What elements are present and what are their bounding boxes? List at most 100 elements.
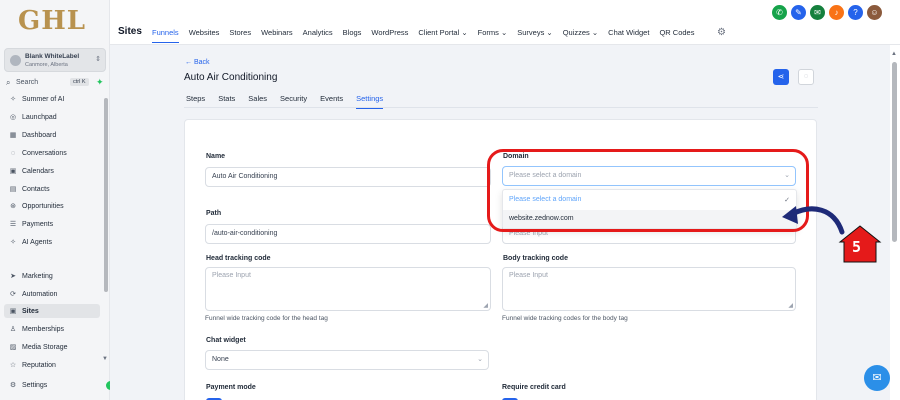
funnel-tabs: Steps Stats Sales Security Events Settin… — [186, 94, 396, 109]
tab-sales[interactable]: Sales — [248, 94, 267, 103]
chevron-down-icon: ⌄ — [477, 356, 483, 363]
resize-handle-icon[interactable]: ◢ — [483, 302, 488, 309]
scroll-down-icon[interactable]: ▼ — [102, 356, 108, 362]
top-bar: Sites Funnels Websites Stores Webinars A… — [110, 0, 900, 45]
sidebar-item-settings[interactable]: ⚙ Settings — [8, 378, 100, 392]
name-label: Name — [206, 153, 226, 160]
main-scrollbar[interactable] — [892, 62, 897, 242]
account-name: Blank WhiteLabel — [25, 53, 80, 60]
body-tracking-textarea[interactable]: Please Input ◢ — [502, 267, 796, 311]
sidebar-item-conversations[interactable]: ◌ Conversations — [8, 146, 100, 160]
chat-widget-select[interactable]: None ⌄ — [205, 350, 489, 370]
sidebar-item-reputation[interactable]: ☆ Reputation — [8, 358, 100, 372]
sidebar: GHL Blank WhiteLabel Canmore, Alberta ⇕ … — [0, 0, 115, 400]
automation-icon: ⟳ — [10, 291, 16, 298]
star-icon: ☆ — [9, 362, 17, 369]
search-label: Search — [16, 79, 39, 86]
payment-mode-label: Payment mode — [206, 384, 256, 391]
tab-settings[interactable]: Settings — [356, 94, 384, 109]
sidebar-item-calendars[interactable]: ▣ Calendars — [8, 164, 100, 178]
quick-action-icon[interactable]: ✦ — [96, 77, 104, 88]
info-icon[interactable]: ◌ — [798, 69, 814, 85]
step-number: 5 — [852, 238, 862, 256]
sidebar-item-dashboard[interactable]: ▦ Dashboard — [8, 128, 100, 142]
gear-icon: ⚙ — [9, 382, 17, 389]
name-field[interactable]: Auto Air Conditioning — [205, 167, 491, 187]
sidebar-scrollbar[interactable] — [104, 98, 108, 292]
head-tracking-label: Head tracking code — [206, 255, 271, 262]
help-icon[interactable]: ? — [848, 5, 863, 20]
sidebar-item-automation[interactable]: ⟳ Automation — [8, 287, 100, 301]
chat-icon: ◌ — [10, 149, 16, 157]
sidebar-item-memberships[interactable]: ♙ Memberships — [8, 322, 100, 336]
tab-forms[interactable]: Forms ⌄ — [478, 28, 508, 37]
sparkle-icon: ✧ — [10, 96, 16, 103]
gear-icon[interactable]: ⚙ — [717, 27, 726, 38]
chat-support-button[interactable]: ✉ — [864, 365, 890, 391]
avatar[interactable]: ☺ — [867, 5, 882, 20]
tab-client-portal[interactable]: Client Portal ⌄ — [418, 28, 467, 37]
sidebar-item-sites[interactable]: ▣ Sites — [4, 304, 100, 318]
sidebar-item-summer-of-ai[interactable]: ✧ Summer of AI — [8, 92, 100, 106]
send-icon: ➤ — [10, 273, 16, 280]
page-title: Auto Air Conditioning — [184, 72, 278, 83]
tab-stores[interactable]: Stores — [229, 28, 251, 37]
membership-icon: ♙ — [9, 326, 17, 333]
section-title: Sites — [118, 26, 142, 37]
tab-qr-codes[interactable]: QR Codes — [659, 28, 694, 37]
calendar-icon: ▣ — [9, 168, 17, 175]
sidebar-item-launchpad[interactable]: ◎ Launchpad — [8, 110, 100, 124]
payments-icon: ☰ — [9, 221, 17, 228]
logo: GHL — [18, 6, 87, 36]
bell-icon[interactable]: ♪ — [829, 5, 844, 20]
sidebar-item-marketing[interactable]: ➤ Marketing — [8, 269, 100, 283]
tab-blogs[interactable]: Blogs — [343, 28, 362, 37]
megaphone-icon[interactable]: ✉ — [810, 5, 825, 20]
sidebar-item-ai-agents[interactable]: ✧ AI Agents — [8, 235, 100, 249]
body-tracking-hint: Funnel wide tracking codes for the body … — [502, 315, 628, 322]
share-button[interactable]: ⋖ — [773, 69, 789, 85]
body-tracking-label: Body tracking code — [503, 255, 568, 262]
phone-icon[interactable]: ✆ — [772, 5, 787, 20]
tab-surveys[interactable]: Surveys ⌄ — [517, 28, 552, 37]
sidebar-search[interactable]: ⌕ Search ctrl K ✦ — [4, 77, 106, 90]
grid-icon: ▦ — [9, 132, 17, 139]
tab-wordpress[interactable]: WordPress — [371, 28, 408, 37]
tab-webinars[interactable]: Webinars — [261, 28, 293, 37]
tab-stats[interactable]: Stats — [218, 94, 235, 103]
tab-steps[interactable]: Steps — [186, 94, 205, 103]
ai-icon: ✧ — [10, 239, 16, 246]
path-field[interactable]: /auto-air-conditioning — [205, 224, 491, 244]
pen-icon[interactable]: ✎ — [791, 5, 806, 20]
tab-websites[interactable]: Websites — [189, 28, 220, 37]
account-switcher[interactable]: Blank WhiteLabel Canmore, Alberta ⇕ — [4, 48, 106, 72]
tab-analytics[interactable]: Analytics — [303, 28, 333, 37]
chat-widget-label: Chat widget — [206, 337, 246, 344]
rocket-icon: ◎ — [9, 114, 17, 121]
resize-handle-icon[interactable]: ◢ — [788, 302, 793, 309]
tab-events[interactable]: Events — [320, 94, 343, 103]
tab-quizzes[interactable]: Quizzes ⌄ — [563, 28, 598, 37]
contacts-icon: ▤ — [9, 186, 17, 193]
head-tracking-hint: Funnel wide tracking code for the head t… — [205, 315, 328, 322]
sidebar-item-payments[interactable]: ☰ Payments — [8, 217, 100, 231]
scroll-up-icon[interactable]: ▲ — [891, 51, 897, 57]
path-label: Path — [206, 210, 222, 217]
target-icon: ⊛ — [10, 203, 16, 210]
sidebar-item-media-storage[interactable]: ▨ Media Storage — [8, 340, 100, 354]
image-icon: ▨ — [9, 344, 17, 351]
account-avatar — [10, 55, 21, 66]
sites-icon: ▣ — [9, 308, 17, 315]
search-icon: ⌕ — [6, 78, 11, 87]
search-shortcut: ctrl K — [70, 78, 89, 86]
divider — [184, 107, 818, 108]
chevron-updown-icon: ⇕ — [95, 56, 101, 63]
sidebar-item-opportunities[interactable]: ⊛ Opportunities — [8, 199, 100, 213]
tab-security[interactable]: Security — [280, 94, 307, 103]
back-link[interactable]: ← Back — [185, 59, 210, 66]
tab-funnels[interactable]: Funnels — [152, 28, 179, 43]
account-location: Canmore, Alberta — [25, 62, 68, 68]
sidebar-item-contacts[interactable]: ▤ Contacts — [8, 182, 100, 196]
tab-chat-widget[interactable]: Chat Widget — [608, 28, 649, 37]
head-tracking-textarea[interactable]: Please Input ◢ — [205, 267, 491, 311]
